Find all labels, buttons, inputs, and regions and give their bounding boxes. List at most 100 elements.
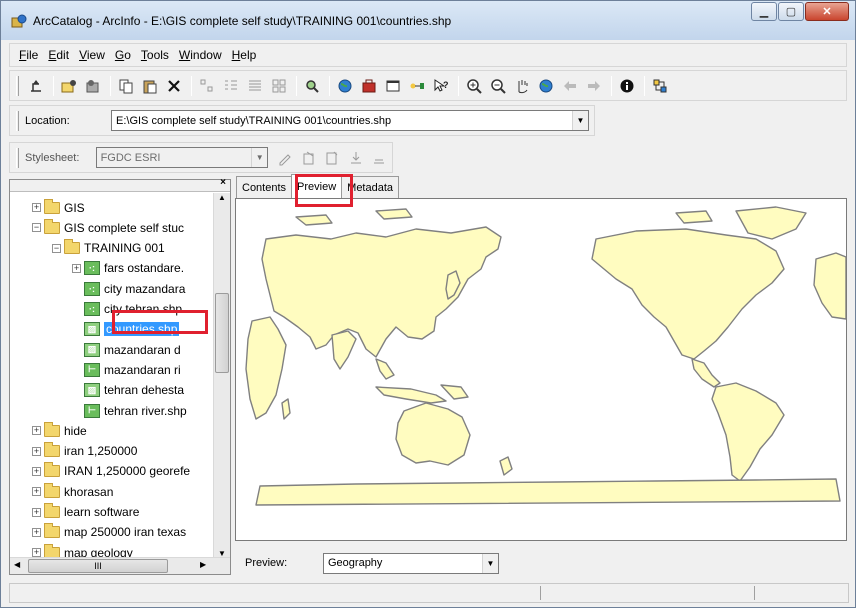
details-view-button[interactable] [244, 75, 266, 97]
chevron-down-icon[interactable]: ▼ [482, 553, 498, 573]
tree-item[interactable]: ▨ mazandaran d [84, 340, 181, 359]
expand-icon[interactable]: + [32, 507, 41, 517]
chevron-down-icon[interactable]: ▼ [572, 111, 588, 130]
scrollbar-thumb[interactable]: III [28, 559, 168, 573]
menu-help[interactable]: Help [227, 48, 262, 62]
tree-item[interactable]: + iran 1,250000 [32, 442, 137, 461]
europe-landmass [813, 252, 846, 320]
expand-icon[interactable]: + [72, 263, 81, 273]
scrollbar-thumb[interactable] [215, 293, 229, 373]
back-extent-button[interactable] [559, 75, 581, 97]
tab-contents[interactable]: Contents [236, 176, 293, 198]
paste-button[interactable] [139, 75, 161, 97]
selected-item-highlight [112, 310, 208, 334]
scroll-up-icon[interactable]: ▲ [218, 193, 226, 202]
arccatalog-window: ArcCatalog - ArcInfo - E:\GIS complete s… [0, 0, 856, 608]
large-icons-button[interactable] [196, 75, 218, 97]
edit-metadata-button[interactable] [274, 147, 296, 169]
scroll-right-icon[interactable]: ▶ [200, 560, 206, 569]
delete-button[interactable] [163, 75, 185, 97]
asia-landmass [261, 226, 502, 358]
tree-item[interactable]: + map 250000 iran texas [32, 523, 186, 542]
tree-item[interactable]: + GIS [32, 198, 85, 217]
expand-icon[interactable]: + [32, 487, 41, 497]
expand-icon[interactable]: + [32, 548, 41, 558]
menu-view[interactable]: View [74, 48, 110, 62]
up-one-level-button[interactable] [25, 75, 47, 97]
menu-edit[interactable]: Edit [43, 48, 74, 62]
metadata-properties-button[interactable] [298, 147, 320, 169]
preview-type-combobox[interactable]: Geography ▼ [323, 552, 499, 574]
launch-arcmap-button[interactable] [301, 75, 323, 97]
disconnect-folder-icon [86, 79, 99, 92]
export-metadata-button[interactable] [368, 147, 390, 169]
world-map-preview [245, 206, 846, 506]
model-builder-button[interactable] [406, 75, 428, 97]
identify-button[interactable] [616, 75, 638, 97]
close-button[interactable]: ✕ [805, 2, 849, 21]
tree-vertical-scrollbar[interactable]: ▲ ▼ [213, 193, 230, 558]
minimize-button[interactable]: ▁ [751, 2, 777, 21]
toolbar-grip[interactable] [16, 147, 19, 168]
expand-icon[interactable]: + [32, 446, 41, 456]
tree-item[interactable]: ⊢ mazandaran ri [84, 360, 181, 379]
location-combobox[interactable]: E:\GIS complete self study\TRAINING 001\… [111, 110, 589, 131]
connect-folder-button[interactable] [58, 75, 80, 97]
close-icon[interactable]: × [220, 177, 226, 188]
forward-extent-button[interactable] [583, 75, 605, 97]
full-extent-button[interactable] [535, 75, 557, 97]
tree-item[interactable]: + learn software [32, 503, 139, 522]
copy-button[interactable] [115, 75, 137, 97]
tree-item[interactable]: + hide [32, 421, 87, 440]
list-view-button[interactable] [220, 75, 242, 97]
chevron-down-icon[interactable]: ▼ [251, 148, 268, 167]
expand-icon[interactable]: + [32, 203, 41, 212]
create-thumbnail-button[interactable] [649, 75, 671, 97]
toolbox-button[interactable] [358, 75, 380, 97]
tree-horizontal-scrollbar[interactable]: ◀ III ▶ [10, 557, 230, 574]
pan-button[interactable] [511, 75, 533, 97]
toolbar-grip[interactable] [16, 110, 19, 131]
menu-window[interactable]: Window [174, 48, 227, 62]
expand-icon[interactable]: + [32, 527, 41, 537]
disconnect-folder-button[interactable] [82, 75, 104, 97]
zoom-in-button[interactable] [463, 75, 485, 97]
maximize-button[interactable]: ▢ [778, 2, 804, 21]
menu-tools[interactable]: Tools [136, 48, 174, 62]
status-bar [9, 583, 849, 603]
menu-file[interactable]: File [14, 48, 43, 62]
expand-icon[interactable]: + [32, 466, 41, 476]
stylesheet-combobox[interactable]: FGDC ESRI ▼ [95, 147, 269, 168]
tree-item[interactable]: ▨ tehran dehesta [84, 381, 184, 400]
collapse-icon[interactable]: − [52, 243, 61, 253]
command-line-button[interactable] [382, 75, 404, 97]
thumbnails-button[interactable] [268, 75, 290, 97]
scroll-left-icon[interactable]: ◀ [14, 560, 20, 569]
tree-item[interactable]: + map geology [32, 543, 133, 558]
catalog-tree-panel: × + GIS − GIS complete self stuc − TRAINING 0… [9, 177, 231, 575]
tree-item[interactable]: − TRAINING 001 [52, 239, 165, 258]
import-metadata-button[interactable] [345, 147, 367, 169]
zoom-out-button[interactable] [487, 75, 509, 97]
toolbar-separator [110, 75, 111, 96]
folder-icon [44, 503, 60, 518]
tree-item[interactable]: + khorasan [32, 482, 113, 501]
edit-pencil-icon [279, 153, 291, 165]
new-zealand-landmass [499, 456, 513, 476]
menu-go[interactable]: Go [110, 48, 136, 62]
expand-icon[interactable]: + [32, 426, 41, 436]
collapse-icon[interactable]: − [32, 223, 41, 233]
toolbar-grip[interactable] [16, 75, 19, 96]
full-extent-globe-icon [539, 79, 553, 92]
tree-item[interactable]: + IRAN 1,250000 georefe [32, 462, 190, 481]
location-label: Location: [25, 114, 70, 127]
create-update-metadata-button[interactable] [321, 147, 343, 169]
tree-item[interactable]: − GIS complete self stuc [32, 218, 184, 237]
whats-this-button[interactable]: ? [430, 75, 452, 97]
tree-item[interactable]: + ·: fars ostandare. [72, 259, 184, 278]
geography-preview-pane[interactable] [235, 198, 847, 541]
tree-item[interactable]: ·: city mazandara [84, 279, 185, 298]
preview-label: Preview: [245, 557, 288, 569]
tree-item[interactable]: ⊢ tehran river.shp [84, 401, 187, 420]
globe-button[interactable] [334, 75, 356, 97]
